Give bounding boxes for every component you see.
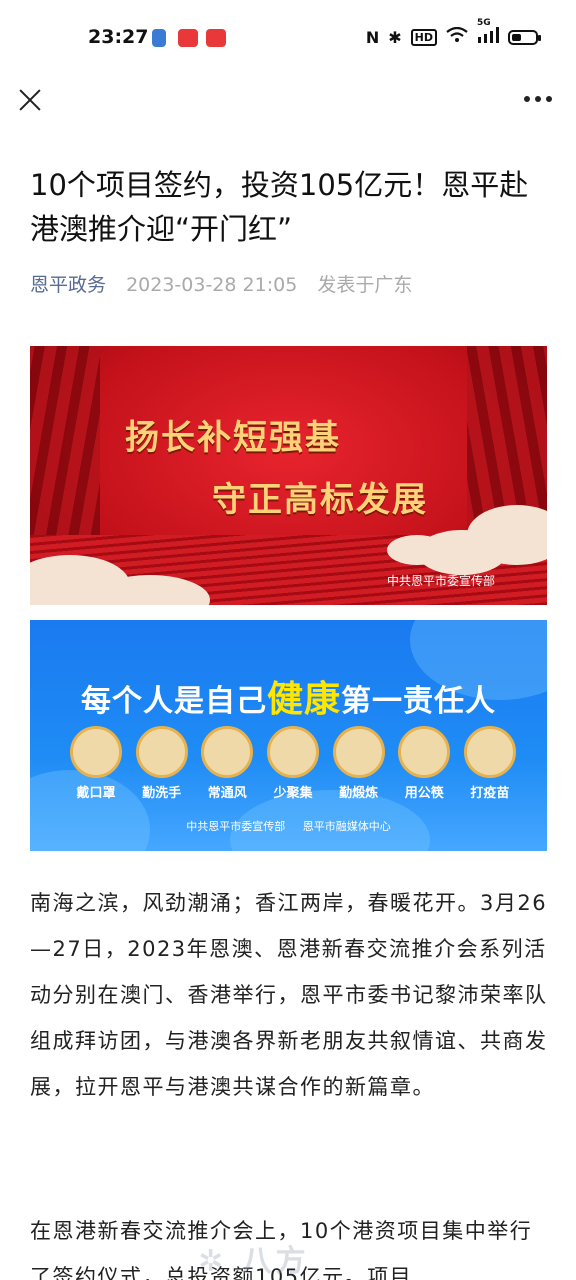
banner-credit: 中共恩平市委宣传部 (386, 574, 495, 588)
slogan-highlight: 健康 (266, 679, 341, 720)
status-icons: N ✱ HD 5G (365, 18, 541, 47)
publish-location: 发表于广东 (317, 274, 413, 296)
status-time: 23:27 (88, 26, 149, 48)
nfc-icon: N (365, 27, 380, 47)
article-meta: 恩平政务 2023-03-28 21:05 发表于广东 (30, 270, 412, 297)
xiaohongshu-icon (178, 29, 198, 47)
health-label: 少聚集 (273, 786, 313, 801)
banner-image-health: 每个人是自己健康第一责任人 戴口罩 勤洗手 常通风 少聚集 勤煅炼 用公筷 打疫… (30, 620, 547, 851)
ventilation-icon: 常通风 (199, 726, 255, 801)
taobao-icon (206, 29, 226, 47)
slogan-part-2: 第一责任人 (341, 684, 496, 719)
health-label: 勤煅炼 (339, 786, 379, 801)
article-nav-bar (0, 78, 576, 122)
banner-slogan-line2: 守正高标发展 (212, 480, 428, 520)
health-label: 勤洗手 (142, 786, 182, 801)
health-label: 用公筷 (404, 786, 444, 801)
handwash-icon: 勤洗手 (134, 726, 190, 801)
vaccine-icon: 打疫苗 (462, 726, 518, 801)
hd-icon: HD (410, 28, 437, 46)
publish-date: 2023-03-28 21:05 (126, 274, 298, 296)
slogan-part-1: 每个人是自己 (80, 684, 267, 719)
battery-icon (508, 29, 541, 45)
banner-image-slogan: 扬长补短强基 守正高标发展 中共恩平市委宣传部 (30, 346, 547, 605)
health-slogan: 每个人是自己健康第一责任人 (30, 670, 547, 722)
app-notification-icon (152, 29, 166, 47)
network-type-label: 5G (477, 18, 491, 28)
mask-icon: 戴口罩 (68, 726, 124, 801)
health-label: 常通风 (207, 786, 247, 801)
more-icon[interactable] (524, 96, 552, 102)
article-paragraph: 南海之滨，风劲潮涌；香江两岸，春暖花开。3月26—27日，2023年恩澳、恩港新… (30, 891, 548, 1099)
health-label: 戴口罩 (76, 786, 116, 801)
bluetooth-icon: ✱ (388, 27, 402, 47)
watermark-logo-icon: ✲ 八方 (198, 1244, 310, 1279)
close-icon[interactable] (18, 88, 42, 112)
gathering-icon: 少聚集 (265, 726, 321, 801)
wifi-icon (446, 26, 468, 47)
health-banner-credit: 中共恩平市委宣传部 恩平市融媒体中心 (186, 820, 391, 833)
banner-slogan-line1: 扬长补短强基 (125, 418, 341, 458)
author-link[interactable]: 恩平政务 (30, 274, 106, 296)
signal-icon: 5G (477, 18, 499, 47)
exercise-icon: 勤煅炼 (331, 726, 387, 801)
status-bar: 23:27 N ✱ HD 5G (0, 0, 576, 78)
health-label: 打疫苗 (470, 786, 510, 801)
health-icons: 戴口罩 勤洗手 常通风 少聚集 勤煅炼 用公筷 打疫苗 (68, 726, 518, 801)
article-title: 10个项目签约，投资105亿元！恩平赴港澳推介迎“开门红” (30, 168, 529, 246)
chopsticks-icon: 用公筷 (396, 726, 452, 801)
